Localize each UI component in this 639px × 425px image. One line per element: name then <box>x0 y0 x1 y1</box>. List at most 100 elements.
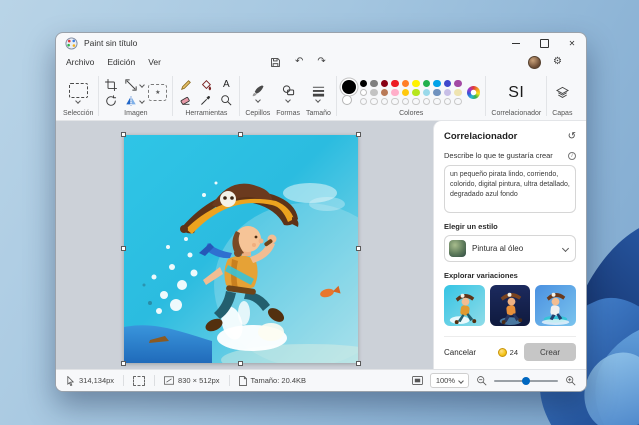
palette-color[interactable] <box>412 88 420 97</box>
palette-color[interactable] <box>454 79 462 88</box>
palette-empty-slot[interactable] <box>443 97 452 106</box>
magnifier-icon[interactable] <box>219 93 233 107</box>
palette-color[interactable] <box>433 79 441 88</box>
fit-screen-icon[interactable] <box>411 376 423 385</box>
minimize-button[interactable] <box>502 33 530 53</box>
close-button[interactable]: ✕ <box>558 33 586 53</box>
selection-handle[interactable] <box>356 361 361 366</box>
prompt-input[interactable]: un pequeño pirata lindo, corriendo, colo… <box>444 165 576 213</box>
edit-colors-icon[interactable] <box>467 86 481 99</box>
flip-icon[interactable] <box>124 94 138 108</box>
history-icon[interactable]: ↺ <box>568 131 576 142</box>
style-dropdown[interactable]: Pintura al óleo <box>444 235 576 262</box>
palette-empty-slot[interactable] <box>422 97 431 106</box>
palette-color[interactable] <box>370 88 378 97</box>
palette-color[interactable] <box>454 88 462 97</box>
menu-ver[interactable]: Ver <box>148 57 161 67</box>
palette-empty-slot[interactable] <box>391 97 399 106</box>
minimize-icon <box>512 42 520 44</box>
zoom-out-icon[interactable] <box>476 375 487 386</box>
group-brushes: Cepillos <box>242 73 273 120</box>
palette-color[interactable] <box>380 79 389 88</box>
canvas[interactable] <box>121 132 361 366</box>
selection-handle[interactable] <box>121 246 126 251</box>
chevron-down-icon[interactable] <box>315 97 322 103</box>
palette-color[interactable] <box>412 79 420 88</box>
zoom-slider[interactable] <box>494 376 558 386</box>
variation-thumb-2[interactable] <box>489 285 531 326</box>
text-tool-icon[interactable]: A <box>223 80 230 90</box>
menu-edicion[interactable]: Edición <box>107 57 135 67</box>
palette-color[interactable] <box>401 88 410 97</box>
selection-handle[interactable] <box>356 246 361 251</box>
zoom-level-dropdown[interactable]: 100% <box>429 373 469 388</box>
palette-empty-slot[interactable] <box>454 97 462 106</box>
rotate-icon[interactable] <box>104 94 118 108</box>
cocreator-icon[interactable]: SI <box>508 84 524 102</box>
cancel-button[interactable]: Cancelar <box>444 348 476 357</box>
primary-color-swatch[interactable] <box>341 80 356 94</box>
line-size-icon[interactable] <box>311 83 325 97</box>
describe-label: Describe lo que te gustaría crear <box>444 151 553 160</box>
palette-empty-slot[interactable] <box>370 97 378 106</box>
secondary-color-swatch[interactable] <box>341 95 352 105</box>
palette-color[interactable] <box>359 79 368 88</box>
variation-thumb-3[interactable] <box>535 285 577 326</box>
redo-icon[interactable]: ↷ <box>317 57 325 67</box>
palette-empty-slot[interactable] <box>412 97 420 106</box>
palette-color[interactable] <box>422 88 431 97</box>
palette-empty-slot[interactable] <box>401 97 410 106</box>
selection-tool-icon[interactable] <box>68 82 88 98</box>
palette-color[interactable] <box>370 79 378 88</box>
save-icon[interactable] <box>270 57 281 68</box>
palette-color[interactable] <box>443 79 452 88</box>
chevron-down-icon[interactable] <box>139 97 146 104</box>
selection-handle[interactable] <box>356 132 361 137</box>
chevron-down-icon[interactable] <box>75 97 82 104</box>
zoom-in-icon[interactable] <box>565 375 576 386</box>
work-area: Correlacionador ↺ Describe lo que te gus… <box>56 121 586 369</box>
palette-empty-slot[interactable] <box>380 97 389 106</box>
palette-color[interactable] <box>391 88 399 97</box>
info-icon[interactable]: i <box>568 151 576 160</box>
palette-empty-slot[interactable] <box>433 97 441 106</box>
chevron-down-icon[interactable] <box>254 97 261 103</box>
group-size: Tamaño <box>303 73 334 120</box>
maximize-button[interactable] <box>530 33 558 53</box>
credits-badge: 24 <box>497 347 518 357</box>
title-bar[interactable]: Paint sin título ✕ <box>56 33 586 53</box>
palette-color[interactable] <box>422 79 431 88</box>
zoom-slider-thumb[interactable] <box>522 376 530 385</box>
palette-color[interactable] <box>401 79 410 88</box>
palette-empty-slot[interactable] <box>359 97 368 106</box>
variation-thumb-1[interactable] <box>444 285 485 326</box>
canvas-dimensions: 830 × 512px <box>164 376 220 385</box>
palette-color[interactable] <box>359 88 368 97</box>
selection-handle[interactable] <box>121 361 126 366</box>
resize-icon[interactable] <box>124 78 138 92</box>
selection-handle[interactable] <box>121 132 126 137</box>
ai-select-icon[interactable]: ★ <box>148 84 168 101</box>
undo-icon[interactable]: ↶ <box>295 57 303 67</box>
palette-color[interactable] <box>391 79 399 88</box>
eraser-icon[interactable] <box>179 93 193 107</box>
gear-icon[interactable]: ⚙ <box>553 57 562 67</box>
eyedropper-icon[interactable] <box>199 93 213 107</box>
selection-handle[interactable] <box>238 132 243 137</box>
palette-color[interactable] <box>433 88 441 97</box>
account-avatar[interactable] <box>528 55 542 69</box>
crop-icon[interactable] <box>104 78 118 92</box>
create-button[interactable]: Crear <box>524 343 576 361</box>
layers-icon[interactable] <box>555 86 569 100</box>
chevron-down-icon[interactable] <box>139 81 146 88</box>
fill-bucket-icon[interactable] <box>199 78 213 92</box>
selection-handle[interactable] <box>238 361 243 366</box>
chevron-down-icon[interactable] <box>285 97 291 103</box>
shapes-icon[interactable] <box>281 83 295 97</box>
group-image: ★ Imagen <box>101 73 170 120</box>
brush-icon[interactable] <box>251 83 265 97</box>
pencil-icon[interactable] <box>179 78 193 92</box>
palette-color[interactable] <box>380 88 389 97</box>
palette-color[interactable] <box>443 88 452 97</box>
menu-archivo[interactable]: Archivo <box>66 57 94 67</box>
